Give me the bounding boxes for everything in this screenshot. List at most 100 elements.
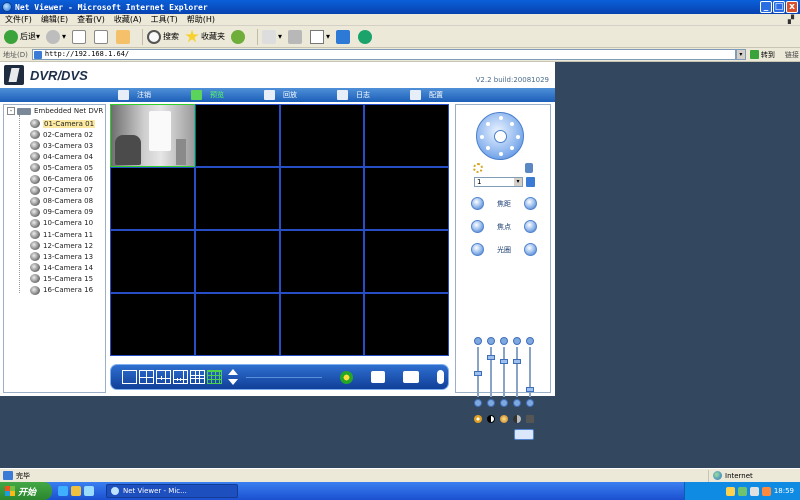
ptz-right-icon[interactable] xyxy=(516,135,520,139)
preset-select[interactable]: 1 ▾ xyxy=(474,177,523,187)
focus-far-button[interactable] xyxy=(524,220,537,233)
back-button[interactable]: 后退 ▾ xyxy=(4,29,40,44)
preset-go-button[interactable] xyxy=(526,177,535,187)
minus-icon[interactable] xyxy=(513,399,521,407)
menu-help[interactable]: 帮助(H) xyxy=(187,14,215,25)
favorites-button[interactable]: 收藏夹 xyxy=(185,29,225,44)
network-icon[interactable] xyxy=(737,486,747,496)
camera-item[interactable]: 14-Camera 14 xyxy=(30,262,93,273)
video-cell[interactable] xyxy=(364,230,449,293)
ptz-upleft-icon[interactable] xyxy=(486,122,490,126)
mail-button[interactable]: ▾ xyxy=(262,29,282,44)
slider-thumb[interactable] xyxy=(500,359,508,364)
ptz-upright-icon[interactable] xyxy=(510,122,514,126)
tray-icon[interactable] xyxy=(725,486,735,496)
start-button[interactable]: 开始 xyxy=(0,482,52,500)
camera-item[interactable]: 06-Camera 06 xyxy=(30,174,93,185)
minus-icon[interactable] xyxy=(500,399,508,407)
camera-item[interactable]: 08-Camera 08 xyxy=(30,196,93,207)
slider-thumb[interactable] xyxy=(526,387,534,392)
camera-item[interactable]: 12-Camera 12 xyxy=(30,240,93,251)
menu-edit[interactable]: 编辑(E) xyxy=(41,14,68,25)
focus-near-button[interactable] xyxy=(471,220,484,233)
minus-icon[interactable] xyxy=(526,399,534,407)
camera-item[interactable]: 15-Camera 15 xyxy=(30,273,93,284)
camera-item[interactable]: 09-Camera 09 xyxy=(30,207,93,218)
zoom-in-button[interactable] xyxy=(524,197,537,210)
ptz-auto-icon[interactable] xyxy=(494,130,507,143)
refresh-button[interactable] xyxy=(94,29,110,44)
saturation-slider[interactable] xyxy=(500,337,508,407)
video-cell[interactable] xyxy=(364,167,449,230)
video-cell[interactable] xyxy=(279,167,365,230)
menu-view[interactable]: 查看(V) xyxy=(77,14,105,25)
minimize-button[interactable]: _ xyxy=(760,1,772,13)
go-button[interactable]: 转到 xyxy=(749,50,775,60)
video-cell[interactable] xyxy=(110,293,195,356)
iris-open-button[interactable] xyxy=(524,243,537,256)
forward-button[interactable]: ▾ xyxy=(46,29,66,44)
nav-config[interactable]: 配置 xyxy=(410,90,443,100)
hue-slider[interactable] xyxy=(513,337,521,407)
brightness-slider[interactable] xyxy=(474,337,482,407)
video-cell[interactable] xyxy=(110,104,195,167)
desktop-quick-icon[interactable] xyxy=(84,486,94,496)
video-cell[interactable] xyxy=(279,230,365,293)
video-cell[interactable] xyxy=(279,104,365,167)
close-button[interactable]: x xyxy=(786,1,798,13)
menu-favorites[interactable]: 收藏(A) xyxy=(114,14,142,25)
taskbar-item-netviewer[interactable]: Net Viewer - Mic... xyxy=(106,484,238,498)
messenger-button[interactable] xyxy=(358,29,374,44)
ie-quick-icon[interactable] xyxy=(58,486,68,496)
video-cell[interactable] xyxy=(194,293,280,356)
nav-playback[interactable]: 回放 xyxy=(264,90,297,100)
microphone-icon[interactable] xyxy=(437,370,444,384)
video-cell[interactable] xyxy=(364,104,449,167)
camera-item[interactable]: 13-Camera 13 xyxy=(30,251,93,262)
camera-item[interactable]: 11-Camera 11 xyxy=(30,229,93,240)
video-cell[interactable] xyxy=(110,167,195,230)
video-record-icon[interactable] xyxy=(403,371,419,383)
volume-icon[interactable] xyxy=(749,486,759,496)
reset-button[interactable] xyxy=(514,429,534,440)
nav-log[interactable]: 日志 xyxy=(337,90,370,100)
camera-item[interactable]: 01-Camera 01 xyxy=(30,118,96,129)
stop-button[interactable] xyxy=(72,29,88,44)
minus-icon[interactable] xyxy=(487,399,495,407)
record-icon[interactable] xyxy=(340,370,353,384)
ptz-down-icon[interactable] xyxy=(499,152,503,156)
ptz-up-icon[interactable] xyxy=(499,116,503,120)
wiper-icon[interactable] xyxy=(525,163,533,173)
layout-6-button[interactable] xyxy=(156,370,171,384)
camera-item[interactable]: 05-Camera 05 xyxy=(30,162,93,173)
ptz-downright-icon[interactable] xyxy=(510,146,514,150)
plus-icon[interactable] xyxy=(513,337,521,345)
history-button[interactable] xyxy=(231,29,247,44)
layout-1-button[interactable] xyxy=(122,370,137,384)
light-icon[interactable] xyxy=(473,163,483,173)
slider-thumb[interactable] xyxy=(474,371,482,376)
print-button[interactable] xyxy=(288,29,304,44)
collapse-toggle[interactable]: - xyxy=(7,107,15,115)
search-button[interactable]: 搜索 xyxy=(147,29,179,44)
page-updown-icon[interactable] xyxy=(228,369,238,385)
slider-thumb[interactable] xyxy=(513,359,521,364)
video-cell[interactable] xyxy=(364,293,449,356)
layout-8-button[interactable] xyxy=(173,370,188,384)
tree-root[interactable]: - Embedded Net DVR xyxy=(7,107,103,115)
folder-quick-icon[interactable] xyxy=(71,486,81,496)
camera-snapshot-icon[interactable] xyxy=(371,371,385,383)
camera-item[interactable]: 03-Camera 03 xyxy=(30,140,93,151)
maximize-button[interactable]: □ xyxy=(773,1,785,13)
ptz-direction-dial[interactable] xyxy=(476,112,524,160)
edit-button[interactable]: ▾ xyxy=(310,29,330,44)
minus-icon[interactable] xyxy=(474,399,482,407)
volume-slider[interactable] xyxy=(526,337,534,407)
ptz-downleft-icon[interactable] xyxy=(486,146,490,150)
home-button[interactable] xyxy=(116,29,132,44)
camera-item[interactable]: 16-Camera 16 xyxy=(30,285,93,296)
camera-item[interactable]: 10-Camera 10 xyxy=(30,218,93,229)
discuss-button[interactable] xyxy=(336,29,352,44)
links-button[interactable]: 链接 xyxy=(785,50,799,60)
video-cell[interactable] xyxy=(194,230,280,293)
